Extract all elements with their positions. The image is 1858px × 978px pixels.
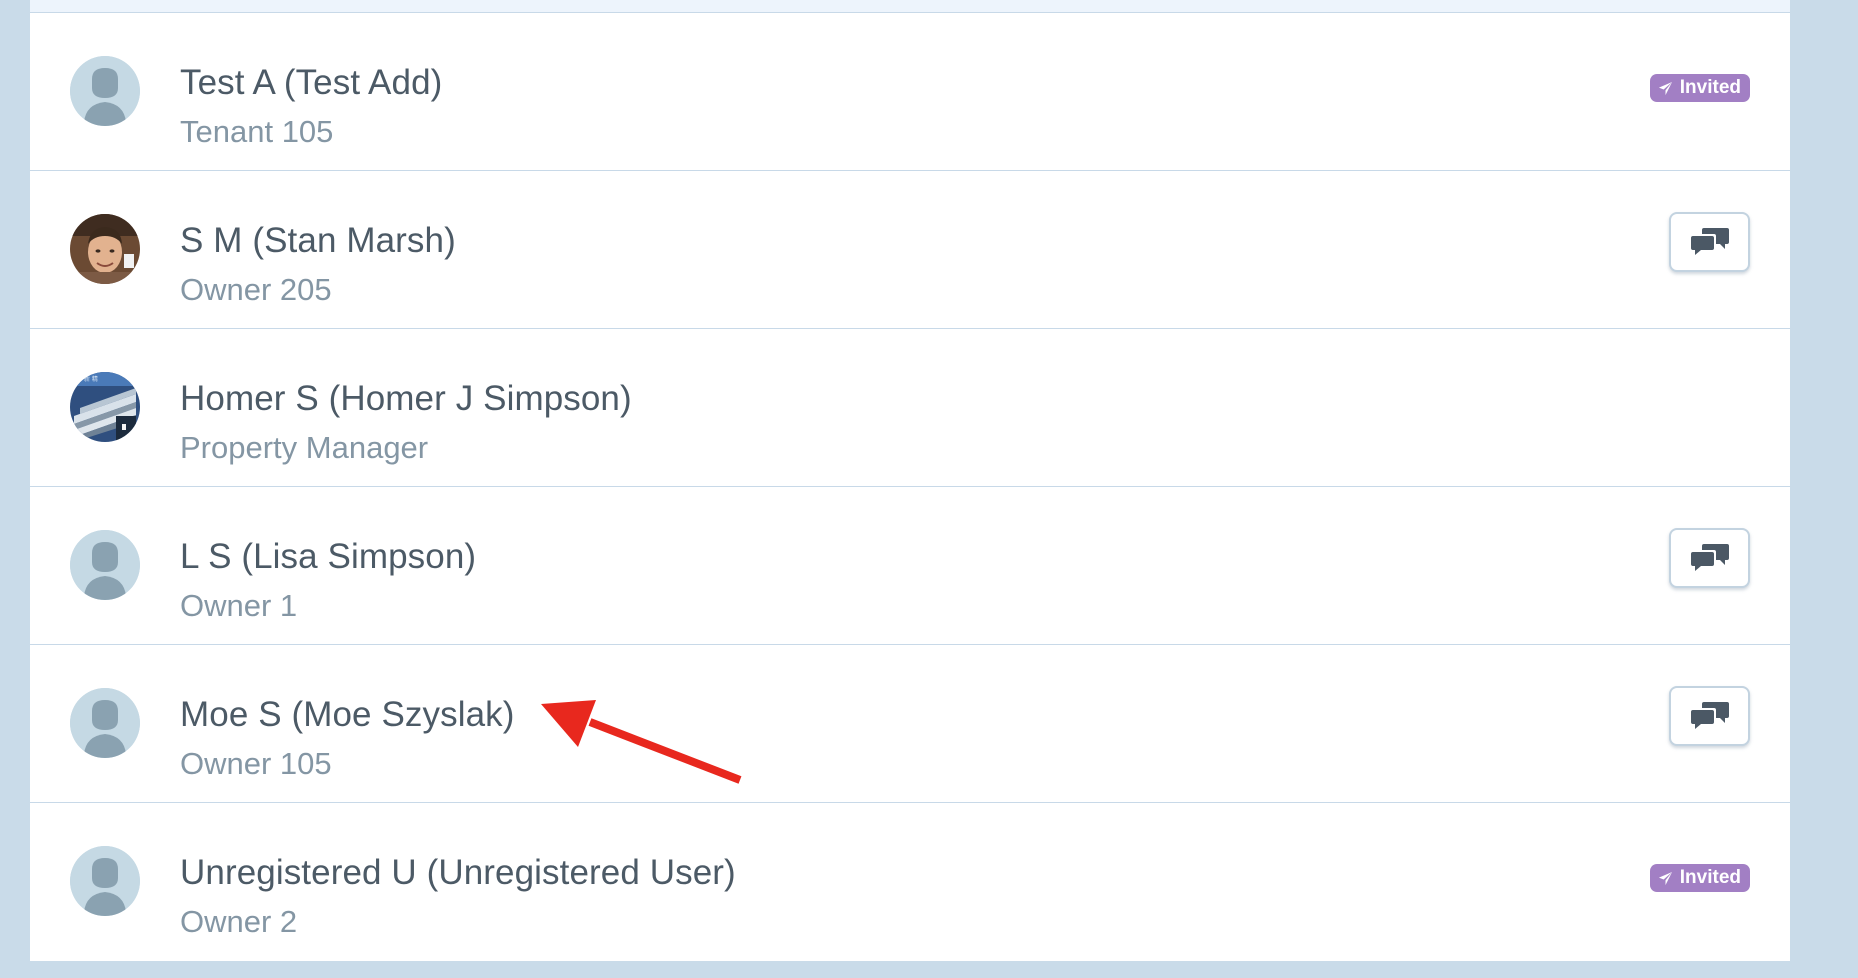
svg-text:新 精: 新 精 [84,375,98,383]
member-list-panel: Test A (Test Add) Tenant 105 Invited S M… [30,0,1790,961]
badge-label: Invited [1679,867,1741,888]
paper-plane-icon [1658,871,1672,885]
list-item[interactable]: Moe S (Moe Szyslak) Owner 105 [30,645,1790,803]
message-button[interactable] [1669,212,1750,272]
member-name: Unregistered U (Unregistered User) [180,853,736,892]
member-name: Moe S (Moe Szyslak) [180,695,515,734]
message-button[interactable] [1669,528,1750,588]
list-item[interactable]: L S (Lisa Simpson) Owner 1 [30,487,1790,645]
member-name: S M (Stan Marsh) [180,221,456,260]
message-button[interactable] [1669,686,1750,746]
member-name: Test A (Test Add) [180,63,443,102]
invited-badge: Invited [1649,74,1750,102]
list-item[interactable]: Unregistered U (Unregistered User) Owner… [30,803,1790,961]
badge-label: Invited [1679,77,1741,98]
list-item[interactable]: S M (Stan Marsh) Owner 205 [30,171,1790,329]
member-name: Homer S (Homer J Simpson) [180,379,632,418]
property-photo-avatar: 新 精 [70,372,140,442]
invited-badge: Invited [1649,864,1750,892]
default-avatar-icon [70,530,140,600]
user-photo-avatar [70,214,140,284]
chat-bubbles-icon [1690,228,1729,255]
default-avatar-icon [70,846,140,916]
default-avatar-icon [70,56,140,126]
member-role: Owner 2 [180,904,298,939]
paper-plane-icon [1658,81,1672,95]
member-role: Tenant 105 [180,114,334,149]
member-role: Owner 105 [180,746,332,781]
member-role: Owner 1 [180,588,298,623]
member-role: Property Manager [180,430,429,465]
list-top-strip [30,0,1790,13]
member-name: L S (Lisa Simpson) [180,537,477,576]
chat-bubbles-icon [1690,544,1729,571]
chat-bubbles-icon [1690,702,1729,729]
list-item[interactable]: 新 精 Homer S (Homer J Simpson) Property M… [30,329,1790,487]
member-role: Owner 205 [180,272,332,307]
list-item[interactable]: Test A (Test Add) Tenant 105 Invited [30,13,1790,171]
default-avatar-icon [70,688,140,758]
